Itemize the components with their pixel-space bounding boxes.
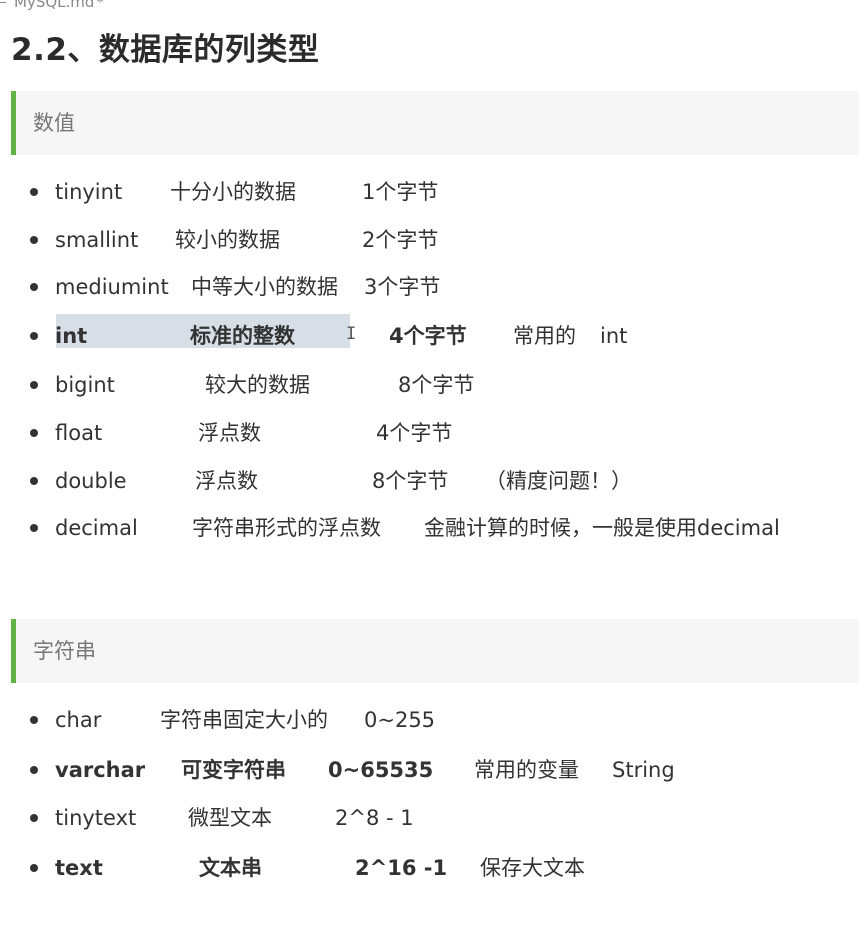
section-heading-numeric: 数值 [11, 91, 859, 155]
list-item: char 字符串固定大小的 0~255 [0, 700, 859, 740]
type-size: 0~255 [364, 708, 436, 732]
list-item: float 浮点数 4个字节 [0, 413, 859, 453]
bullet [30, 766, 38, 774]
type-description: 十分小的数据 [170, 180, 296, 204]
type-note-value: int [600, 324, 628, 348]
bullet [30, 864, 38, 872]
text-cursor-icon: I [346, 324, 357, 344]
list-item: tinytext 微型文本 2^8 - 1 [0, 798, 859, 838]
list-item: tinyint 十分小的数据 1个字节 [0, 172, 859, 212]
list-item: double 浮点数 8个字节 （精度问题！） [0, 461, 859, 501]
type-size: 0~65535 [328, 758, 434, 782]
type-size: 1个字节 [362, 180, 439, 204]
type-name: tinyint [55, 180, 123, 204]
bullet [30, 716, 38, 724]
unsaved-indicator: * [96, 0, 104, 11]
list-item: varchar 可变字符串 0~65535 常用的变量 String [0, 750, 859, 790]
type-size: 3个字节 [364, 275, 441, 299]
bullet [30, 429, 38, 437]
bullet [30, 283, 38, 291]
type-name: varchar [55, 758, 146, 782]
type-note: 常用的变量 [474, 758, 579, 782]
list-item: decimal 字符串形式的浮点数 金融计算的时候，一般是使用decimal [0, 508, 859, 548]
type-description: 标准的整数 [190, 324, 295, 348]
type-note: 保存大文本 [480, 856, 585, 880]
bullet [30, 814, 38, 822]
page-title: 2.2、数据库的列类型 [11, 32, 320, 68]
type-size: 4个字节 [389, 324, 467, 348]
type-name: mediumint [55, 275, 169, 299]
type-description: 浮点数 [195, 469, 258, 493]
section-title: 字符串 [33, 639, 96, 663]
tab-icon [0, 2, 6, 3]
type-size: 8个字节 [398, 373, 475, 397]
type-note: 常用的 [513, 324, 576, 348]
list-item-selected: int 标准的整数 I 4个字节 常用的 int [0, 314, 859, 356]
type-name: tinytext [55, 806, 137, 830]
bullet [30, 332, 38, 340]
type-size: 2个字节 [362, 228, 439, 252]
type-name: text [55, 856, 103, 880]
bullet [30, 381, 38, 389]
list-item: mediumint 中等大小的数据 3个字节 [0, 267, 859, 307]
section-title: 数值 [33, 111, 75, 135]
type-description: 字符串形式的浮点数 [192, 516, 381, 540]
type-description: 浮点数 [198, 421, 261, 445]
type-size: 2^16 -1 [355, 856, 448, 880]
type-size: 8个字节 [372, 469, 449, 493]
type-description: 较小的数据 [175, 228, 280, 252]
type-name: smallint [55, 228, 139, 252]
bullet [30, 524, 38, 532]
type-name: float [55, 421, 103, 445]
bullet [30, 236, 38, 244]
type-note-value: String [612, 758, 675, 782]
type-name: int [55, 324, 88, 348]
type-name: bigint [55, 373, 115, 397]
type-name: double [55, 469, 127, 493]
type-name: char [55, 708, 102, 732]
type-description: 文本串 [199, 856, 262, 880]
type-description: 较大的数据 [205, 373, 310, 397]
bullet [30, 477, 38, 485]
list-item: text 文本串 2^16 -1 保存大文本 [0, 848, 859, 888]
type-description: 微型文本 [188, 806, 272, 830]
type-note: （精度问题！） [485, 469, 632, 493]
list-item: bigint 较大的数据 8个字节 [0, 365, 859, 405]
bullet [30, 188, 38, 196]
type-size: 4个字节 [376, 421, 453, 445]
type-name: decimal [55, 516, 138, 540]
type-note: 金融计算的时候，一般是使用decimal [424, 516, 780, 540]
type-description: 中等大小的数据 [191, 275, 338, 299]
list-item: smallint 较小的数据 2个字节 [0, 220, 859, 260]
editor-tab[interactable]: MySQL.md * [0, 0, 104, 10]
type-description: 字符串固定大小的 [160, 708, 328, 732]
section-heading-string: 字符串 [11, 619, 859, 683]
type-description: 可变字符串 [181, 758, 286, 782]
tab-filename: MySQL.md [14, 0, 95, 11]
type-size: 2^8 - 1 [335, 806, 414, 830]
